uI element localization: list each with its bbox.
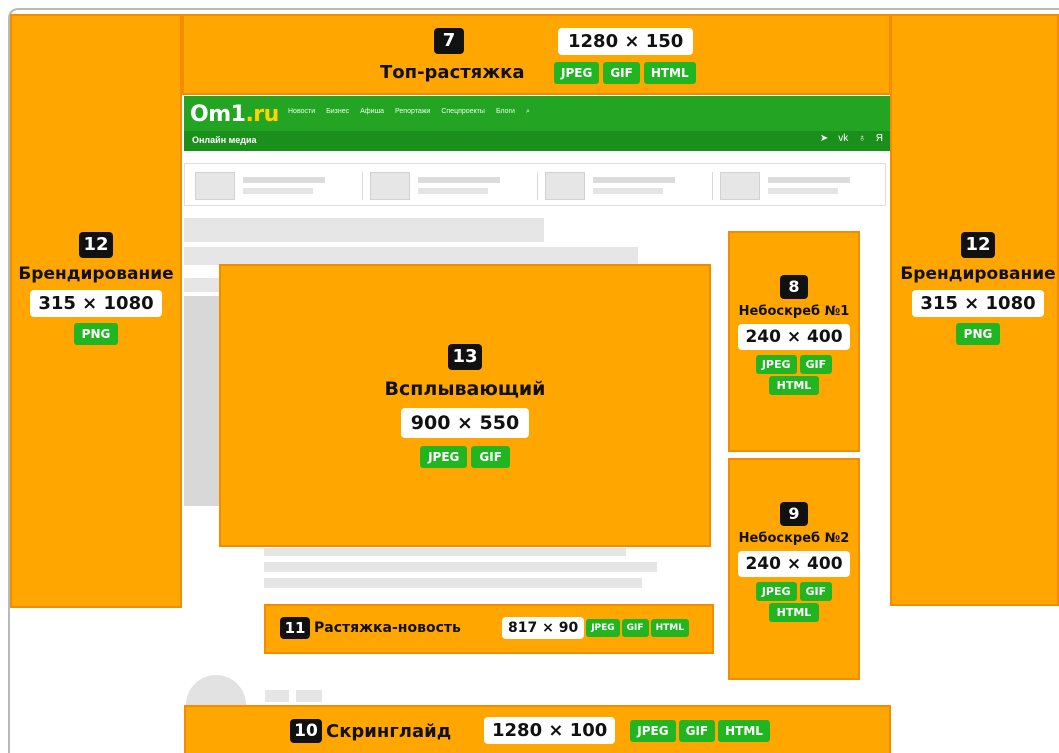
block-number: 12 [961, 232, 995, 258]
block-number: 13 [448, 344, 482, 370]
format-badge: GIF [799, 355, 833, 374]
site-subheader [184, 131, 891, 151]
placeholder-image [184, 296, 224, 506]
format-badge: JPEG [420, 446, 468, 468]
image-placeholder-icon [720, 172, 760, 200]
news-card[interactable] [195, 172, 360, 200]
site-header: Om1.ru Новости Бизнес Афиша Репортажи Сп… [184, 96, 891, 151]
format-badge: JPEG [755, 582, 797, 601]
block-title: Топ-растяжка [380, 62, 525, 83]
site-logo[interactable]: Om1.ru [190, 102, 279, 127]
placeholder-line [184, 247, 638, 265]
block-title: Небоскреб №2 [738, 531, 850, 546]
block-title: Всплывающий [384, 378, 546, 400]
placeholder-line [264, 548, 626, 556]
news-card[interactable] [545, 172, 710, 200]
nav-item[interactable]: Новости [288, 108, 315, 116]
nav-item[interactable]: Афиша [360, 108, 384, 116]
news-stretch-block[interactable]: 11 Растяжка-новость 817 × 90 JPEG GIF HT… [264, 604, 714, 654]
block-size: 1280 × 100 [484, 717, 616, 744]
block-title: Небоскреб №1 [738, 304, 850, 319]
placeholder-line [264, 578, 642, 588]
block-number: 7 [434, 28, 464, 54]
format-badge: HTML [718, 719, 770, 742]
vk-icon[interactable]: vk [838, 133, 848, 144]
nav-item[interactable]: Спецпроекты [441, 108, 485, 116]
top-stretch-block[interactable]: 7 Топ-растяжка 1280 × 150 JPEG GIF HTML [182, 14, 891, 95]
format-badge: GIF [678, 719, 716, 742]
block-number: 11 [280, 617, 310, 639]
format-badge: JPEG [554, 62, 600, 84]
format-badge: GIF [471, 446, 510, 468]
block-size: 315 × 1080 [30, 290, 162, 317]
format-badge: HTML [768, 603, 820, 622]
nav-item[interactable]: Блоги [496, 108, 515, 116]
news-strip [184, 163, 886, 206]
image-placeholder-icon [370, 172, 410, 200]
format-badge: HTML [643, 62, 696, 84]
branding-right-block[interactable]: 12 Брендирование 315 × 1080 PNG [890, 14, 1059, 606]
popup-block[interactable]: 13 Всплывающий 900 × 550 JPEG GIF [219, 264, 711, 547]
site-nav: Новости Бизнес Афиша Репортажи Спецпроек… [288, 108, 530, 116]
site-tagline: Онлайн медиа [192, 135, 257, 145]
nav-item[interactable]: Бизнес [326, 108, 349, 116]
circle-arrow-icon[interactable]: ➤ [820, 133, 828, 144]
block-number: 12 [79, 232, 113, 258]
block-title: Растяжка-новость [314, 620, 461, 636]
block-title: Скринглайд [326, 720, 452, 742]
block-number: 10 [290, 719, 322, 743]
block-size: 1280 × 150 [558, 28, 694, 55]
format-badge: JPEG [586, 619, 620, 637]
block-size: 900 × 550 [400, 408, 530, 438]
image-placeholder-icon [545, 172, 585, 200]
format-badge: HTML [650, 619, 689, 637]
news-card[interactable] [720, 172, 885, 200]
placeholder-line [296, 690, 322, 702]
placeholder-line [265, 690, 289, 702]
format-badge: GIF [603, 62, 640, 84]
block-size: 817 × 90 [502, 617, 585, 639]
ok-icon[interactable]: ♁ [858, 133, 866, 144]
search-icon[interactable]: ⌕ [526, 108, 530, 116]
format-badge: GIF [621, 619, 649, 637]
news-card[interactable] [370, 172, 535, 200]
placeholder-line [184, 278, 224, 292]
placeholder-line [184, 218, 544, 242]
format-badge: PNG [955, 323, 1001, 345]
placeholder-line [264, 562, 657, 572]
block-number: 9 [780, 502, 808, 526]
image-placeholder-icon [195, 172, 235, 200]
social-icons: ➤ vk ♁ Я [820, 133, 883, 144]
block-title: Брендирование [18, 264, 174, 284]
yandex-icon[interactable]: Я [876, 133, 883, 144]
skyscraper-2-block[interactable]: 9 Небоскреб №2 240 × 400 JPEG GIF HTML [728, 458, 860, 680]
block-size: 240 × 400 [738, 551, 850, 577]
format-badge: JPEG [755, 355, 797, 374]
format-badge: HTML [768, 376, 820, 395]
block-number: 8 [780, 275, 808, 299]
block-size: 315 × 1080 [912, 290, 1044, 317]
nav-item[interactable]: Репортажи [395, 108, 430, 116]
skyscraper-1-block[interactable]: 8 Небоскреб №1 240 × 400 JPEG GIF HTML [728, 231, 860, 452]
branding-left-block[interactable]: 12 Брендирование 315 × 1080 PNG [10, 14, 182, 608]
format-badge: JPEG [630, 719, 676, 742]
format-badge: GIF [799, 582, 833, 601]
block-size: 240 × 400 [738, 324, 850, 350]
block-title: Брендирование [900, 264, 1056, 284]
format-badge: PNG [73, 323, 119, 345]
screenglide-block[interactable]: 10 Скринглайд 1280 × 100 JPEG GIF HTML [184, 705, 891, 753]
